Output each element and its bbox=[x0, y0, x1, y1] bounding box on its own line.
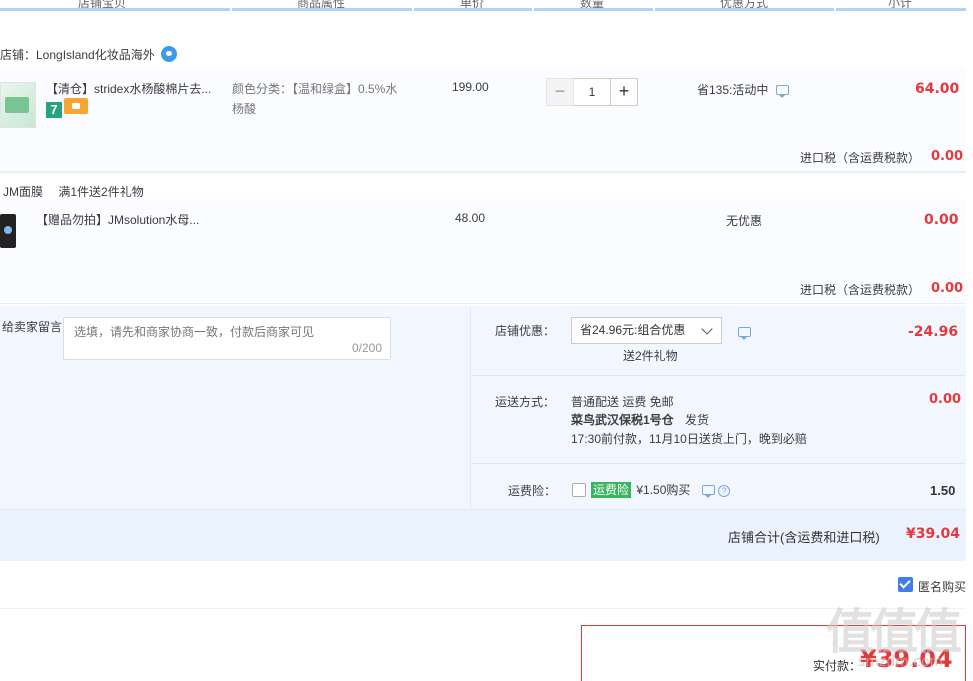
promo-group-row: JM面膜 满1件送2件礼物 bbox=[3, 183, 144, 200]
gift-tax-label: 进口税（含运费税款） bbox=[800, 283, 921, 297]
gift-promo-text: 无优惠 bbox=[726, 214, 763, 228]
credit-card-icon[interactable] bbox=[64, 98, 88, 114]
warehouse-name: 菜鸟武汉保税1号仓 bbox=[571, 413, 674, 427]
help-icon[interactable]: ? bbox=[718, 485, 731, 497]
shipping-label: 运送方式： bbox=[495, 395, 556, 409]
quantity-plus-button[interactable]: + bbox=[610, 78, 638, 106]
shop-name-link[interactable]: 店铺：LongIsland化妆品海外 bbox=[0, 48, 155, 62]
warehouse-suffix: 发货 bbox=[685, 413, 710, 427]
gift-subtotal: 0.00 bbox=[924, 212, 959, 228]
shop-total-value: ¥39.04 bbox=[906, 526, 961, 542]
shipping-value: 0.00 bbox=[929, 392, 962, 407]
promo-text: 省135:活动中 bbox=[697, 83, 769, 97]
promo-group-label: JM面膜 bbox=[3, 185, 43, 199]
gift-unit-price: 48.00 bbox=[455, 211, 486, 225]
product-attr-line2: 杨酸 bbox=[232, 102, 257, 116]
quantity-input[interactable] bbox=[574, 78, 610, 106]
promo-info: 省135:活动中 bbox=[697, 81, 789, 98]
insurance-price-text: ¥1.50购买 bbox=[636, 483, 691, 497]
shop-discount-selected: 省24.96元:组合优惠 bbox=[580, 323, 686, 337]
product-thumbnail-jm[interactable] bbox=[0, 214, 16, 248]
seller-message-input[interactable] bbox=[64, 318, 390, 359]
promo-group-desc: 满1件送2件礼物 bbox=[58, 185, 144, 199]
insurance-checkbox[interactable] bbox=[572, 483, 586, 497]
product-attr-line1: 颜色分类：【温和绿盒】0.5%水 bbox=[232, 82, 398, 96]
insurance-badge: 运费险 bbox=[591, 482, 632, 498]
shop-discount-value: -24.96 bbox=[908, 324, 959, 340]
insurance-value: 1.50 bbox=[930, 483, 956, 498]
gift-note: 送2件礼物 bbox=[623, 349, 678, 363]
shipping-warehouse: 菜鸟武汉保税1号仓 发货 bbox=[571, 411, 709, 428]
product-title-link[interactable]: 【清仓】stridex水杨酸棉片去... bbox=[46, 80, 226, 97]
anonymous-purchase-checkbox[interactable] bbox=[898, 577, 913, 592]
shop-discount-label: 店铺优惠： bbox=[495, 324, 556, 338]
shop-total-label: 店铺合计(含运费和进口税) bbox=[728, 530, 880, 545]
import-tax-value: 0.00 bbox=[931, 149, 964, 164]
message-char-counter: 0/200 bbox=[351, 341, 382, 355]
chevron-down-icon bbox=[701, 323, 713, 335]
delivery-promise: 17:30前付款，11月10日送货上门，晚到必赔 bbox=[571, 432, 807, 446]
shop-discount-select[interactable]: 省24.96元:组合优惠 bbox=[571, 317, 722, 344]
cart-header: 店铺宝贝 商品属性 单价 数量 优惠方式 小计 bbox=[0, 0, 973, 16]
insurance-label: 运费险： bbox=[508, 484, 557, 498]
insurance-comment-icon[interactable] bbox=[701, 485, 715, 498]
item-subtotal: 64.00 bbox=[915, 81, 960, 97]
shipping-method: 普通配送 运费 免邮 bbox=[571, 395, 674, 409]
seven-day-return-icon[interactable]: 7 bbox=[46, 102, 62, 118]
discount-comment-icon[interactable] bbox=[738, 327, 751, 340]
insurance-option: 运费险 ¥1.50购买 ? bbox=[591, 481, 731, 498]
import-tax-label: 进口税（含运费税款） bbox=[800, 151, 921, 165]
service-badges: 7 bbox=[46, 98, 88, 118]
seller-message-field[interactable]: 0/200 bbox=[63, 317, 391, 360]
gift-tax-value: 0.00 bbox=[931, 281, 964, 296]
gift-title-link[interactable]: 【赠品勿拍】JMsolution水母... bbox=[36, 211, 199, 228]
quantity-minus-button[interactable]: − bbox=[546, 78, 574, 106]
product-thumbnail-stridex[interactable] bbox=[0, 82, 36, 128]
shop-name-row: 店铺：LongIsland化妆品海外 bbox=[0, 46, 177, 63]
chat-bubble-icon[interactable] bbox=[160, 46, 177, 62]
site-watermark-logo: 值值值 bbox=[826, 604, 962, 660]
unit-price: 199.00 bbox=[452, 80, 489, 94]
promo-comment-icon[interactable] bbox=[775, 85, 789, 98]
seller-message-label: 给卖家留言： bbox=[0, 320, 62, 334]
quantity-stepper: − + bbox=[546, 78, 638, 106]
site-watermark-text: smzdm.com bbox=[858, 654, 944, 670]
